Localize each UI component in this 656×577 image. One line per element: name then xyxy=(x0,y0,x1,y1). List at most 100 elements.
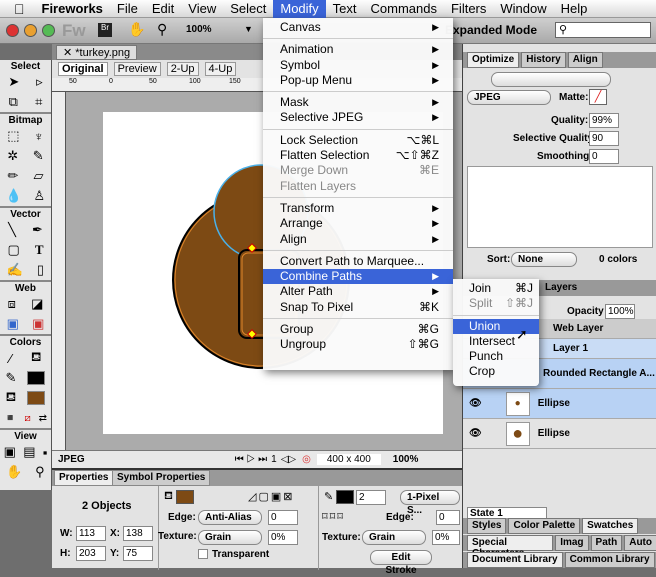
menu-item-transform[interactable]: Transform ▶ xyxy=(263,201,453,216)
search-input[interactable]: ⚲ xyxy=(555,22,651,38)
blur-tool-icon[interactable]: 💧 xyxy=(6,188,22,204)
width-field[interactable]: 113 xyxy=(76,526,106,541)
menu-app[interactable]: Fireworks xyxy=(35,0,110,18)
tab-styles[interactable]: Styles xyxy=(467,518,507,534)
menu-item-convert-path-to-marquee[interactable]: Convert Path to Marquee... xyxy=(263,254,453,269)
tab-special-characters[interactable]: Special Characters xyxy=(467,535,554,559)
menu-item-selective-jpeg[interactable]: Selective JPEG ▶ xyxy=(263,110,453,125)
sort-select[interactable]: None xyxy=(511,252,577,267)
menu-item-arrange[interactable]: Arrange ▶ xyxy=(263,216,453,231)
selective-quality-field[interactable]: 90 xyxy=(589,131,619,146)
stroke-texture-select[interactable]: Grain xyxy=(362,530,426,545)
tab-color-palette[interactable]: Color Palette xyxy=(508,518,581,534)
menu-text[interactable]: Text xyxy=(326,0,364,18)
tab-optimize[interactable]: Optimize xyxy=(467,52,520,68)
tab-path[interactable]: Path xyxy=(590,535,623,551)
default-colors-icon[interactable]: ◾ xyxy=(4,413,16,424)
frame-step-icon[interactable]: ◁▷ xyxy=(281,454,296,465)
scale-tool-icon[interactable]: ⧉ xyxy=(9,94,18,110)
edge-value-field[interactable]: 0 xyxy=(268,510,298,525)
tab-4-up[interactable]: 4-Up xyxy=(204,62,237,76)
swap-colors-icon[interactable]: ⇄ xyxy=(39,413,47,424)
menu-modify[interactable]: Modify xyxy=(273,0,326,18)
menu-item-merge-down[interactable]: Merge Down ⌘E xyxy=(263,163,453,178)
apple-icon[interactable]:  xyxy=(0,0,35,18)
marquee-tool-icon[interactable]: ⬚ xyxy=(7,128,19,144)
transparent-checkbox[interactable] xyxy=(198,549,208,559)
zoom-icon[interactable]: ⚲ xyxy=(157,21,167,38)
tab-layers[interactable]: Layers xyxy=(545,282,577,293)
standard-screen-icon[interactable]: ▣ xyxy=(4,444,16,460)
menu-item-align[interactable]: Align ▶ xyxy=(263,232,453,247)
menu-filters[interactable]: Filters xyxy=(444,0,493,18)
status-zoom[interactable]: 100% xyxy=(393,454,419,465)
menu-item-split[interactable]: Split ⇧⌘J xyxy=(453,296,539,311)
playback-controls[interactable]: ⏮ ▷ ⏭ xyxy=(235,454,267,465)
loop-icon[interactable]: ◎ xyxy=(302,454,311,465)
optimize-preset-select[interactable] xyxy=(491,72,611,87)
menu-edit[interactable]: Edit xyxy=(145,0,181,18)
tab-auto-shape[interactable]: Auto xyxy=(624,535,656,551)
line-tool-icon[interactable]: ╲ xyxy=(8,222,16,238)
hotspot-tool-icon[interactable]: ⧈ xyxy=(8,296,16,312)
menu-item-canvas[interactable]: Canvas ▶ xyxy=(263,20,453,35)
text-tool-icon[interactable]: T xyxy=(35,242,44,258)
zoom-button[interactable] xyxy=(42,24,55,37)
menu-item-ungroup[interactable]: Ungroup ⇧⌘G xyxy=(263,337,453,352)
menu-view[interactable]: View xyxy=(181,0,223,18)
zoom-dropdown-icon[interactable]: ▼ xyxy=(244,24,253,34)
close-button[interactable] xyxy=(6,24,19,37)
paint-bucket-icon[interactable]: ⛾ xyxy=(31,349,42,367)
knife-tool-icon[interactable]: ▯ xyxy=(37,262,44,278)
stamp-tool-icon[interactable]: ♙ xyxy=(34,188,46,204)
subselect-tool-icon[interactable]: ▹ xyxy=(36,74,43,90)
tab-history[interactable]: History xyxy=(521,52,566,68)
fill-color-swatch[interactable] xyxy=(176,490,194,504)
hide-slices-icon[interactable]: ▣ xyxy=(7,316,19,332)
freeform-tool-icon[interactable]: ✍ xyxy=(7,262,23,278)
tab-2-up[interactable]: 2-Up xyxy=(166,62,199,76)
menu-item-punch[interactable]: Punch xyxy=(453,349,539,364)
matte-color-swatch[interactable]: ╱ xyxy=(589,89,607,105)
menu-item-snap-to-pixel[interactable]: Snap To Pixel ⌘K xyxy=(263,300,453,315)
menu-select[interactable]: Select xyxy=(223,0,273,18)
menu-item-lock-selection[interactable]: Lock Selection ⌥⌘L xyxy=(263,133,453,148)
stroke-position-buttons[interactable]: ⌑⌑⌑ xyxy=(322,510,345,523)
stroke-color-swatch[interactable] xyxy=(336,490,354,504)
fill-options-buttons[interactable]: ◿▢▣⊠ xyxy=(248,490,294,503)
layer-row-ellipse-1[interactable]: 👁 ● Ellipse xyxy=(463,389,656,419)
texture-amount-field[interactable]: 0% xyxy=(268,530,298,545)
close-tab-icon[interactable]: ✕ xyxy=(63,47,75,59)
edit-stroke-button[interactable]: Edit Stroke xyxy=(370,550,432,576)
bridge-icon[interactable]: Br xyxy=(98,23,112,37)
tab-common-library[interactable]: Common Library xyxy=(564,552,655,568)
full-screen-menu-icon[interactable]: ▤ xyxy=(23,444,35,460)
hand-icon[interactable]: ✋ xyxy=(128,21,145,38)
smoothing-field[interactable]: 0 xyxy=(589,149,619,164)
menu-window[interactable]: Window xyxy=(493,0,553,18)
menu-item-combine-paths[interactable]: Combine Paths ▶ xyxy=(263,269,453,285)
layer-row-ellipse-2[interactable]: 👁 ● Ellipse xyxy=(463,419,656,449)
menu-commands[interactable]: Commands xyxy=(364,0,444,18)
eye-icon[interactable]: 👁 xyxy=(469,428,482,439)
hand-tool-icon[interactable]: ✋ xyxy=(6,464,22,480)
stroke-color-swatch[interactable] xyxy=(27,371,46,385)
minimize-button[interactable] xyxy=(24,24,37,37)
pen-tool-icon[interactable]: ✒ xyxy=(32,222,43,238)
fill-color-swatch[interactable] xyxy=(27,391,46,405)
eye-icon[interactable]: 👁 xyxy=(469,398,482,409)
lasso-tool-icon[interactable]: ♆ xyxy=(34,129,44,144)
stroke-type-select[interactable]: 1-Pixel S... xyxy=(400,490,460,516)
slice-tool-icon[interactable]: ◪ xyxy=(31,296,43,312)
pencil-tool-icon[interactable]: ✏ xyxy=(8,168,19,184)
y-field[interactable]: 75 xyxy=(123,546,153,561)
menu-item-group[interactable]: Group ⌘G xyxy=(263,322,453,337)
quality-field[interactable]: 99% xyxy=(589,113,619,128)
menu-item-join[interactable]: Join ⌘J xyxy=(453,281,539,296)
zoom-tool-icon[interactable]: ⚲ xyxy=(35,464,45,480)
tab-image-editing[interactable]: Imag xyxy=(555,535,589,551)
x-field[interactable]: 138 xyxy=(123,526,153,541)
edge-select[interactable]: Anti-Alias xyxy=(198,510,262,525)
show-slices-icon[interactable]: ▣ xyxy=(32,316,44,332)
tab-swatches[interactable]: Swatches xyxy=(582,518,639,534)
